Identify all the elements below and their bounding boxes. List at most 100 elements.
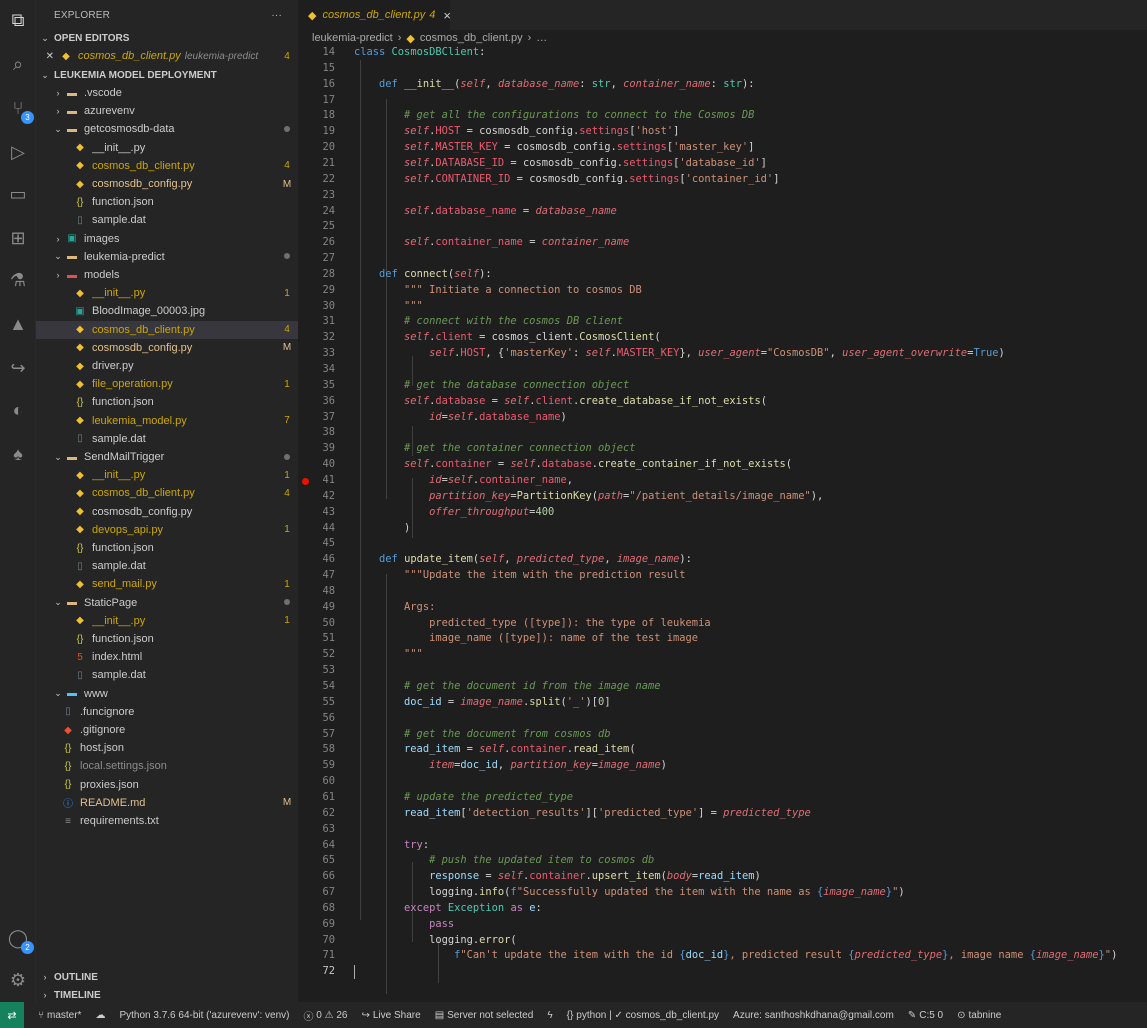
tree-item[interactable]: ▯ sample.dat [36,211,298,229]
tree-item[interactable]: ◆ cosmos_db_client.py 4 [36,157,298,175]
code-line[interactable]: id=self.database_name) [354,411,567,423]
tree-item[interactable]: ◆ cosmosdb_config.py [36,503,298,521]
explorer-icon[interactable]: ⧉ [6,8,30,32]
tree-item[interactable]: {} proxies.json [36,776,298,794]
search-icon[interactable]: ⌕ [6,52,30,76]
breadcrumb-symbol[interactable]: … [536,32,547,44]
open-editor-item[interactable]: ✕ ◆ cosmos_db_client.py leukemia-predict… [36,47,298,65]
python-interpreter[interactable]: Python 3.7.6 64-bit ('azurevenv': venv) [119,1010,289,1021]
tree-item[interactable]: ≡ requirements.txt [36,812,298,830]
code-line[interactable]: offer_throughput=400 [354,506,554,518]
tree-item[interactable]: › ▣ images [36,230,298,248]
azure-account[interactable]: Azure: santhoshkdhana@gmail.com [733,1010,894,1021]
code-line[interactable]: # update the predicted_type [354,791,573,803]
live-share-icon[interactable]: ↪ [6,356,30,380]
tree-item[interactable]: {} function.json [36,630,298,648]
sync-icon[interactable]: ☁ [95,1010,105,1021]
tree-item[interactable]: › ▬ models [36,266,298,284]
code-line[interactable]: # connect with the cosmos DB client [354,315,623,327]
remote-indicator-icon[interactable]: ⇄ [0,1002,24,1028]
code-line[interactable]: """ Initiate a connection to cosmos DB [354,284,642,296]
tabnine-status[interactable]: ⊙ tabnine [957,1010,1001,1021]
more-actions-icon[interactable]: ··· [271,10,282,21]
code-line[interactable]: try: [354,839,429,851]
language-status[interactable]: {} python | ✓ cosmos_db_client.py [567,1010,719,1021]
tree-item[interactable]: ◆ __init__.py 1 [36,612,298,630]
tree-item[interactable]: ⌄ ▬ leukemia-predict [36,248,298,266]
code-line[interactable]: id=self.container_name, [354,474,573,486]
code-line[interactable]: doc_id = image_name.split('_')[0] [354,696,611,708]
tree-item[interactable]: {} function.json [36,393,298,411]
breakpoint-icon[interactable] [302,477,309,485]
settings-gear-icon[interactable]: ⚙ [6,968,30,992]
open-editors-section[interactable]: ⌄ OPEN EDITORS [36,29,298,47]
code-line[interactable]: logging.error( [354,934,517,946]
code-line[interactable]: def update_item(self, predicted_type, im… [354,553,692,565]
cursor-status[interactable]: ✎ C:5 0 [908,1010,943,1021]
code-editor[interactable]: 14 class CosmosDBClient: 15 16 def __init__… [298,46,1147,1002]
tree-item[interactable]: ◆ cosmosdb_config.py M [36,339,298,357]
code-line[interactable]: self.database_name = database_name [354,205,617,217]
code-line[interactable]: self.MASTER_KEY = cosmosdb_config.settin… [354,141,754,153]
code-line[interactable]: def __init__(self, database_name: str, c… [354,78,754,90]
code-line[interactable]: # get the document id from the image nam… [354,680,660,692]
tree-item[interactable]: ◆ __init__.py 1 [36,466,298,484]
tree-item[interactable]: ◆ __init__.py 1 [36,284,298,302]
source-control-icon[interactable]: ⑂ 3 [6,96,34,124]
code-line[interactable]: f"Can't update the item with the id {doc… [354,949,1117,961]
tree-item[interactable]: ◆ cosmosdb_config.py M [36,175,298,193]
code-line[interactable]: ) [354,522,410,534]
code-line[interactable]: # get all the configurations to connect … [354,109,754,121]
remote-explorer-icon[interactable]: ▭ [6,182,30,206]
gitlens-icon[interactable]: ◐ [6,398,30,422]
breadcrumb-folder[interactable]: leukemia-predict [312,32,393,44]
code-line[interactable]: self.database = self.client.create_datab… [354,395,767,407]
code-line[interactable]: """ [354,648,423,660]
testing-icon[interactable]: ⚗ [6,268,30,292]
code-line[interactable]: read_item['detection_results']['predicte… [354,807,811,819]
code-line[interactable]: image_name ([type]): name of the test im… [354,632,698,644]
breadcrumb-file[interactable]: cosmos_db_client.py [420,32,523,44]
code-line[interactable]: # get the document from cosmos db [354,728,610,740]
code-line[interactable]: pass [354,918,454,930]
code-line[interactable]: except Exception as e: [354,902,542,914]
code-line[interactable]: # get the database connection object [354,379,629,391]
code-line[interactable]: def connect(self): [354,268,492,280]
tree-item[interactable]: ◆ driver.py [36,357,298,375]
close-icon[interactable]: ✕ [36,51,54,62]
code-line[interactable]: class CosmosDBClient: [354,46,485,58]
tab-cosmos-db-client[interactable]: ◆ cosmos_db_client.py 4 × [298,0,451,30]
server-indicator[interactable]: ▤ Server not selected [435,1010,534,1021]
azure-icon[interactable]: ▲ [6,312,30,336]
tree-item[interactable]: ⌄ ▬ StaticPage [36,594,298,612]
code-line[interactable]: # push the updated item to cosmos db [354,854,654,866]
code-line[interactable]: # get the container connection object [354,442,635,454]
run-debug-icon[interactable]: ▷ [6,140,30,164]
tree-item[interactable]: ◆ send_mail.py 1 [36,575,298,593]
code-line[interactable]: partition_key=PartitionKey(path="/patien… [354,490,823,502]
tree-item[interactable]: ◆ cosmos_db_client.py 4 [36,484,298,502]
accounts-icon[interactable]: ◯ 2 [6,926,34,954]
live-share-button[interactable]: ↪ Live Share [361,1010,420,1021]
tree-item[interactable]: ⌄ ▬ getcosmosdb-data [36,120,298,138]
tree-item[interactable]: ▯ sample.dat [36,666,298,684]
tab-close-icon[interactable]: × [443,8,451,23]
code-line[interactable]: item=doc_id, partition_key=image_name) [354,759,667,771]
tree-item[interactable]: {} host.json [36,739,298,757]
code-line[interactable]: self.DATABASE_ID = cosmosdb_config.setti… [354,157,767,169]
outline-section[interactable]: › OUTLINE [36,968,298,986]
tree-item[interactable]: 5 index.html [36,648,298,666]
code-line[interactable]: self.client = cosmos_client.CosmosClient… [354,331,661,343]
tree-item[interactable]: ◆ file_operation.py 1 [36,375,298,393]
tree-item[interactable]: ▣ BloodImage_00003.jpg [36,302,298,320]
tree-item[interactable]: ⓘ README.md M [36,794,298,812]
code-line[interactable]: """Update the item with the prediction r… [354,569,686,581]
lightning-icon[interactable]: ϟ [547,1010,552,1021]
problems-indicator[interactable]: ⓧ 0 ⚠ 26 [303,1008,347,1023]
tree-item[interactable]: ◆ leukemia_model.py 7 [36,412,298,430]
tree-item[interactable]: ▯ sample.dat [36,557,298,575]
tree-item[interactable]: ⌄ ▬ SendMailTrigger [36,448,298,466]
tree-item[interactable]: ◆ devops_api.py 1 [36,521,298,539]
tree-item[interactable]: › ▬ azurevenv [36,102,298,120]
code-line[interactable]: self.HOST = cosmosdb_config.settings['ho… [354,125,679,137]
